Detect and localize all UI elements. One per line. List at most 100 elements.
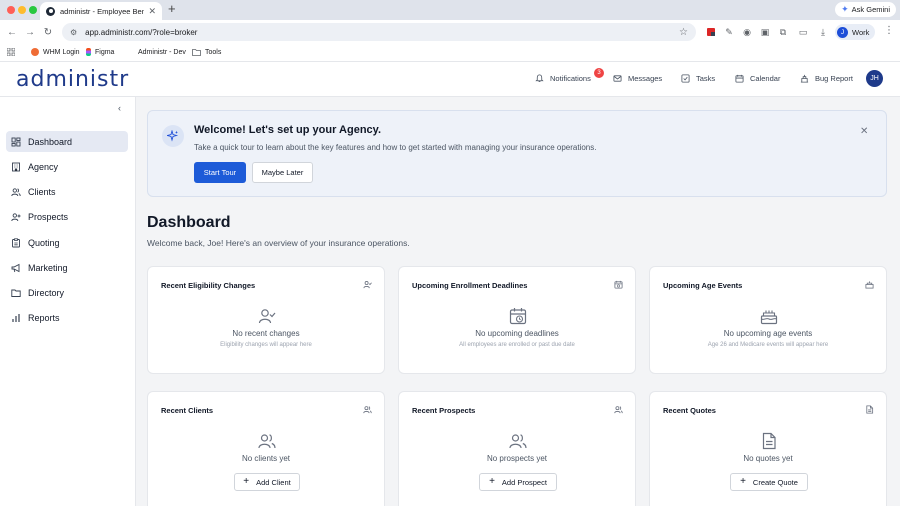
bookmark-label: Figma [95, 48, 115, 56]
users-icon [11, 187, 21, 196]
extension-pen-icon[interactable]: ✎ [722, 25, 736, 39]
app-logo[interactable]: administr [16, 67, 129, 92]
forward-arrow-icon[interactable]: → [22, 24, 38, 40]
megaphone-icon [11, 263, 20, 272]
sidebar-item-marketing[interactable]: Marketing [6, 257, 128, 278]
extension-calendar-icon[interactable] [704, 25, 718, 39]
bug-report-label: Bug Report [815, 74, 853, 83]
site-favicon-icon [46, 6, 55, 16]
add-prospect-button[interactable]: + Add Prospect [479, 473, 557, 491]
sidebar-item-label: Directory [28, 287, 65, 298]
add-client-button[interactable]: + Add Client [234, 473, 300, 491]
cake-icon [865, 281, 874, 289]
download-icon[interactable]: ⤓ [816, 25, 830, 39]
cake-icon [760, 310, 778, 325]
notifications-button[interactable]: Notifications [535, 74, 591, 83]
card-recent-clients: Recent Clients No clients yet + Add Clie… [147, 391, 385, 506]
bookmark-label: Administr - Dev [138, 48, 186, 56]
close-tab-icon[interactable]: ✕ [148, 6, 156, 17]
sidebar-item-clients[interactable]: Clients [6, 181, 128, 202]
bookmark-whm-login[interactable]: WHM Login [31, 48, 80, 56]
close-banner-icon[interactable]: ✕ [860, 126, 868, 137]
bookmarks-bar: WHM Login Figma Administr - Dev Tools [0, 44, 900, 62]
sidebar-item-label: Dashboard [28, 136, 73, 147]
sidebar-item-reports[interactable]: Reports [6, 307, 128, 328]
sidebar: ‹ Dashboard Agency Clients Prospects Quo… [0, 97, 136, 506]
users-icon [614, 406, 623, 414]
ask-gemini-button[interactable]: ✦ Ask Gemini [835, 2, 896, 17]
bug-report-button[interactable]: Bug Report [800, 74, 853, 83]
url-text: app.administr.com/?role=broker [85, 27, 198, 37]
bell-icon [535, 74, 544, 83]
card-upcoming-age-events: Upcoming Age Events No upcoming age even… [649, 266, 887, 374]
user-plus-icon [11, 212, 21, 221]
messages-button[interactable]: Messages [613, 74, 662, 83]
card-upcoming-enrollment-deadlines: Upcoming Enrollment Deadlines No upcomin… [398, 266, 636, 374]
site-settings-icon[interactable]: ⚙ [70, 28, 77, 37]
browser-tab[interactable]: administr - Employee Benefit ✕ [40, 2, 162, 20]
folder-icon [11, 289, 21, 297]
page-title: Dashboard [147, 214, 231, 231]
start-tour-button[interactable]: Start Tour [194, 162, 246, 183]
empty-state-text: No upcoming age events [723, 329, 813, 338]
sidebar-item-dashboard[interactable]: Dashboard [6, 131, 128, 152]
sidebar-item-directory[interactable]: Directory [6, 282, 128, 303]
empty-state-text: No upcoming deadlines [475, 329, 559, 338]
calendar-clock-icon [614, 280, 623, 289]
close-window-dot[interactable] [7, 6, 15, 14]
sidebar-item-agency[interactable]: Agency [6, 156, 128, 177]
maybe-later-button[interactable]: Maybe Later [252, 162, 313, 183]
mail-icon [613, 75, 622, 82]
extensions-puzzle-icon[interactable]: ⧉ [776, 25, 790, 39]
profile-label: Work [852, 27, 870, 37]
card-recent-prospects: Recent Prospects No prospects yet + Add … [398, 391, 636, 506]
users-icon [258, 434, 276, 449]
empty-state-text: No quotes yet [743, 454, 793, 463]
page-subtitle: Welcome back, Joe! Here's an overview of… [147, 238, 410, 248]
card-title: Upcoming Age Events [663, 281, 743, 290]
sidebar-item-quoting[interactable]: Quoting [6, 232, 128, 253]
building-icon [12, 162, 20, 171]
notifications-label: Notifications [550, 74, 591, 83]
extension-globe-icon[interactable]: ◉ [740, 25, 754, 39]
profile-avatar: J [837, 26, 848, 38]
reload-icon[interactable]: ↻ [40, 24, 56, 40]
sidebar-item-label: Clients [28, 186, 56, 197]
empty-state-text: No clients yet [241, 454, 291, 463]
bookmark-tools-folder[interactable]: Tools [192, 48, 221, 56]
new-tab-button[interactable]: + [168, 1, 176, 16]
address-bar[interactable]: ⚙ app.administr.com/?role=broker ☆ [62, 23, 696, 41]
create-quote-button[interactable]: + Create Quote [730, 473, 808, 491]
calendar-clock-icon [509, 308, 527, 325]
empty-state-hint: All employees are enrolled or past due d… [459, 342, 575, 348]
apps-grid-icon[interactable] [7, 48, 15, 56]
calendar-button[interactable]: Calendar [735, 74, 780, 83]
card-title: Recent Eligibility Changes [161, 281, 256, 290]
browser-tabstrip: administr - Employee Benefit ✕ + ✦ Ask G… [0, 0, 900, 20]
side-panel-icon[interactable]: ▭ [796, 25, 810, 39]
collapse-sidebar-chevron-icon[interactable]: ‹ [118, 103, 121, 113]
maximize-window-dot[interactable] [29, 6, 37, 14]
card-title: Recent Prospects [412, 406, 476, 415]
users-icon [509, 434, 527, 449]
bookmark-administr-dev[interactable]: Administr - Dev [126, 48, 186, 56]
back-arrow-icon[interactable]: ← [4, 24, 20, 40]
bookmark-label: Tools [205, 48, 222, 56]
empty-state-hint: Age 26 and Medicare events will appear h… [707, 342, 829, 348]
card-recent-eligibility-changes: Recent Eligibility Changes No recent cha… [147, 266, 385, 374]
browser-menu-icon[interactable]: ⋮ [884, 25, 894, 36]
bookmark-star-icon[interactable]: ☆ [679, 27, 688, 38]
messages-label: Messages [628, 74, 663, 83]
bookmark-label: WHM Login [43, 48, 80, 56]
browser-profile-button[interactable]: J Work [835, 24, 876, 40]
tab-title: administr - Employee Benefit [60, 6, 145, 16]
browser-toolbar: ← → ↻ ⚙ app.administr.com/?role=broker ☆… [0, 20, 900, 44]
tasks-button[interactable]: Tasks [681, 74, 715, 83]
bookmark-figma[interactable]: Figma [86, 48, 114, 56]
sidebar-item-prospects[interactable]: Prospects [6, 206, 128, 227]
minimize-window-dot[interactable] [18, 6, 26, 14]
user-avatar[interactable]: JH [866, 70, 883, 87]
plus-icon: + [740, 476, 746, 487]
calendar-label: Calendar [750, 74, 781, 83]
extension-clipboard-icon[interactable]: ▣ [758, 25, 772, 39]
